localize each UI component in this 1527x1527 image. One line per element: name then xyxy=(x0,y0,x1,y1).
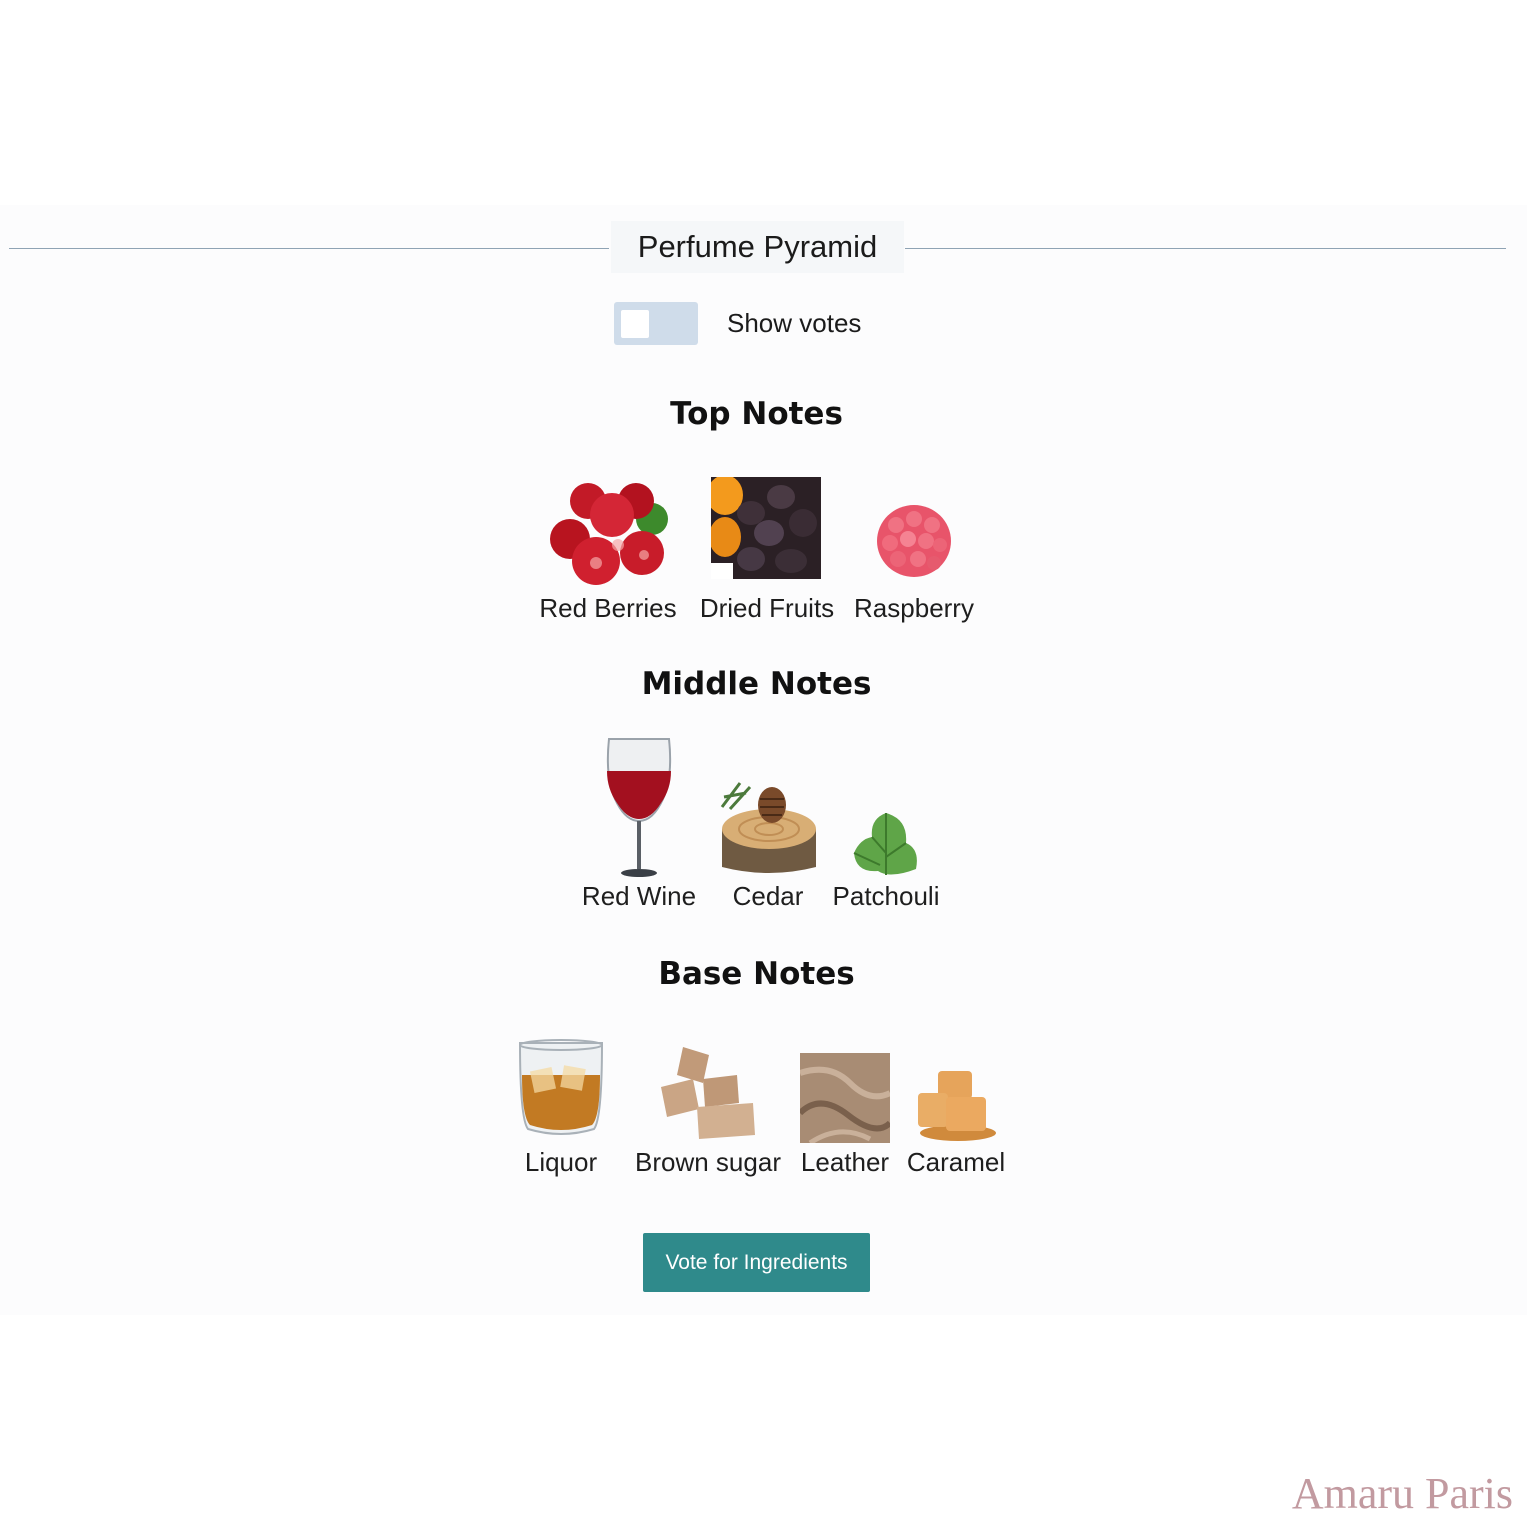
show-votes-toggle[interactable] xyxy=(614,302,698,345)
note-red-wine[interactable]: Red Wine xyxy=(575,735,703,920)
dried-fruits-icon xyxy=(711,477,821,579)
note-label: Patchouli xyxy=(832,881,940,911)
leather-icon xyxy=(800,1053,890,1143)
note-label: Brown sugar xyxy=(635,1147,781,1177)
note-cedar[interactable]: Cedar xyxy=(712,735,824,920)
note-label: Leather xyxy=(800,1147,890,1177)
patchouli-icon xyxy=(853,813,917,875)
vote-for-ingredients-button[interactable]: Vote for Ingredients xyxy=(643,1233,870,1292)
note-patchouli[interactable]: Patchouli xyxy=(828,735,944,920)
page-title: Perfume Pyramid xyxy=(611,221,904,273)
liquor-icon xyxy=(518,1039,604,1135)
note-leather[interactable]: Leather xyxy=(796,1035,894,1183)
note-label: Caramel xyxy=(906,1147,1006,1177)
note-label: Red Wine xyxy=(581,881,697,911)
brown-sugar-icon xyxy=(661,1047,755,1139)
note-liquor[interactable]: Liquor xyxy=(518,1035,604,1183)
note-label: Red Berries xyxy=(539,593,677,623)
show-votes-label: Show votes xyxy=(727,308,862,338)
divider-left xyxy=(9,248,609,249)
middle-notes-heading: Middle Notes xyxy=(641,666,872,702)
top-notes-heading: Top Notes xyxy=(670,396,843,432)
note-label: Cedar xyxy=(732,881,804,911)
divider-right xyxy=(905,248,1506,249)
note-dried-fruits[interactable]: Dried Fruits xyxy=(690,475,844,630)
caramel-icon xyxy=(918,1071,996,1141)
red-berries-icon xyxy=(550,483,668,585)
note-label: Dried Fruits xyxy=(699,593,835,623)
base-notes-heading: Base Notes xyxy=(658,956,855,992)
note-brown-sugar[interactable]: Brown sugar xyxy=(627,1035,789,1183)
note-red-berries[interactable]: Red Berries xyxy=(534,475,682,630)
note-label: Raspberry xyxy=(854,593,974,623)
watermark-logo: Amaru Paris xyxy=(1291,1469,1513,1518)
note-raspberry[interactable]: Raspberry xyxy=(848,475,980,630)
red-wine-icon xyxy=(606,738,672,877)
note-caramel[interactable]: Caramel xyxy=(902,1035,1010,1183)
toggle-knob xyxy=(621,310,649,338)
raspberry-icon xyxy=(877,505,951,577)
note-label: Liquor xyxy=(524,1147,598,1177)
cedar-icon xyxy=(720,782,816,873)
